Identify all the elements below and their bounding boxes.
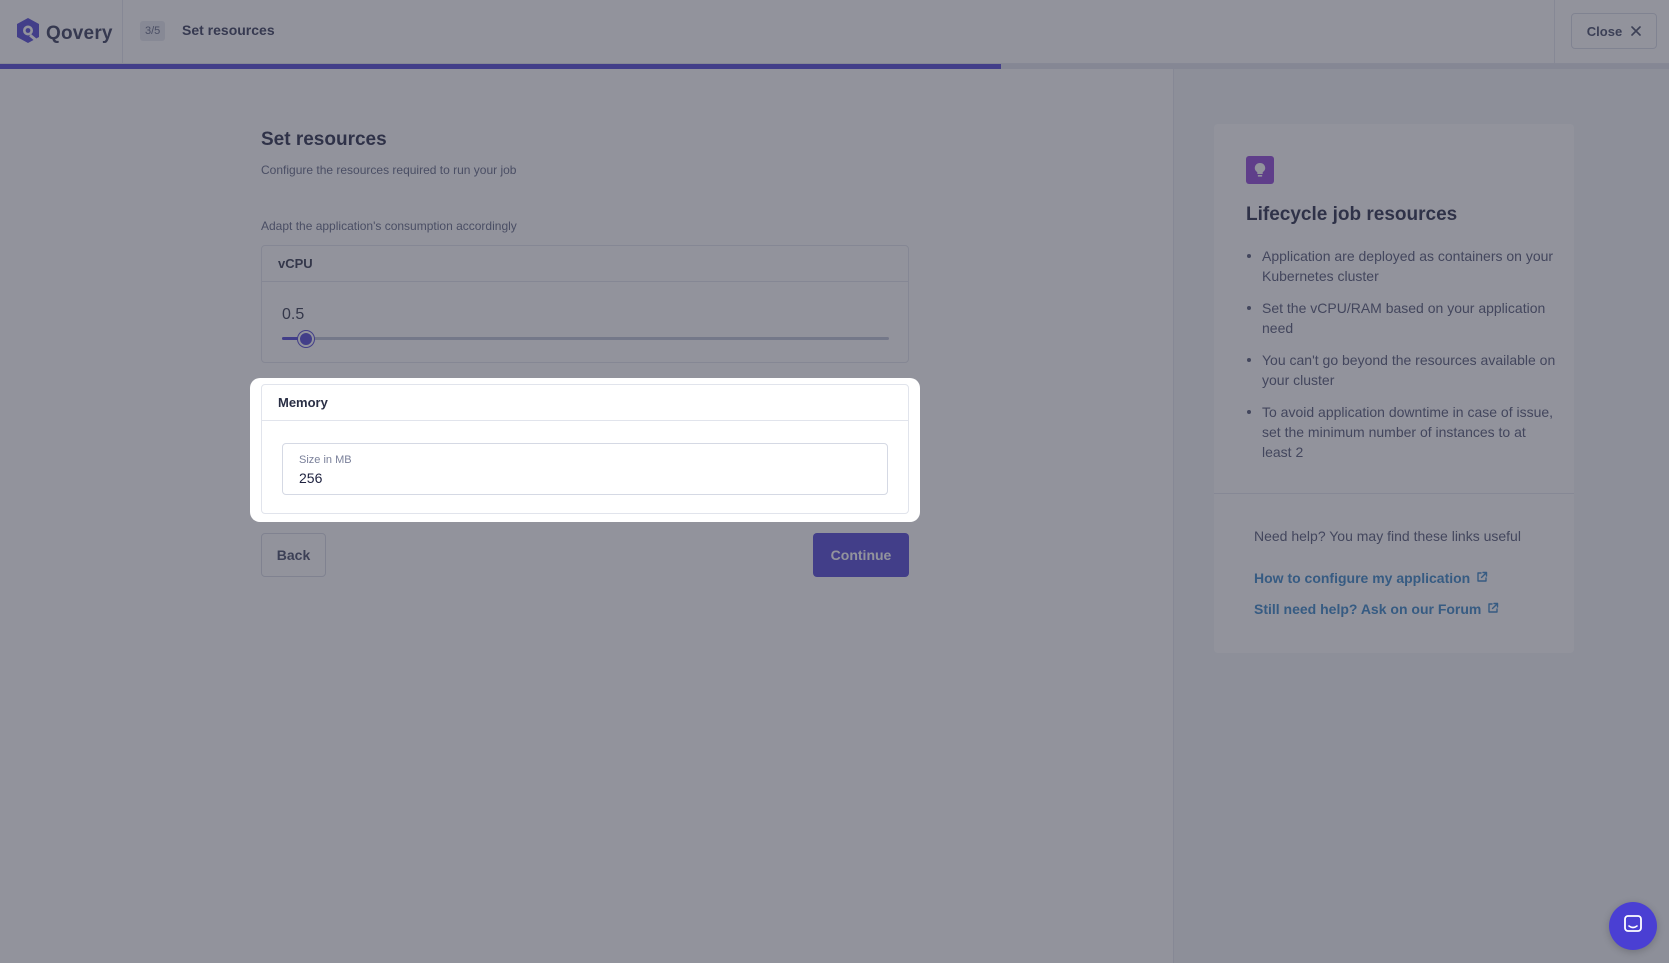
header-title: Set resources	[182, 22, 275, 38]
memory-size-input[interactable]: 256	[299, 470, 322, 486]
header-divider	[1554, 0, 1555, 64]
chat-widget-button[interactable]	[1609, 902, 1657, 950]
help-bullet-list: Application are deployed as containers o…	[1246, 246, 1556, 474]
help-bullet: Application are deployed as containers o…	[1246, 246, 1556, 286]
continue-button[interactable]: Continue	[813, 533, 909, 577]
page-title: Set resources	[261, 129, 387, 150]
back-button[interactable]: Back	[261, 533, 326, 577]
top-bar: Qovery 3/5 Set resources Close	[0, 0, 1669, 64]
help-divider	[1214, 493, 1574, 494]
vcpu-card-title: vCPU	[262, 246, 908, 282]
step-badge: 3/5	[140, 21, 166, 41]
help-title: Lifecycle job resources	[1246, 204, 1458, 225]
qovery-logo-icon	[16, 17, 41, 50]
close-icon	[1631, 24, 1642, 39]
section-description: Adapt the application's consumption acco…	[261, 219, 517, 233]
vcpu-slider-track[interactable]	[282, 337, 889, 340]
help-bullet: To avoid application downtime in case of…	[1246, 402, 1556, 462]
vcpu-slider-thumb[interactable]	[298, 331, 315, 347]
help-sidebar: Lifecycle job resources Application are …	[1173, 69, 1669, 963]
main-content: Set resources Configure the resources re…	[0, 69, 1173, 963]
memory-card-title: Memory	[262, 385, 908, 421]
external-link-icon	[1476, 570, 1488, 586]
help-bullet: You can't go beyond the resources availa…	[1246, 350, 1556, 390]
link-label: Still need help? Ask on our Forum	[1254, 601, 1482, 617]
brand-logo[interactable]: Qovery	[16, 17, 113, 50]
help-need-text: Need help? You may find these links usef…	[1254, 528, 1521, 544]
vcpu-card: vCPU 0.5	[261, 245, 909, 363]
external-link-icon	[1487, 601, 1499, 617]
memory-card: Memory Size in MB 256	[261, 384, 909, 514]
link-ask-forum[interactable]: Still need help? Ask on our Forum	[1254, 601, 1499, 617]
lightbulb-icon	[1246, 156, 1274, 184]
chat-icon	[1622, 913, 1644, 940]
close-button-label: Close	[1586, 23, 1623, 39]
header-divider	[122, 0, 123, 64]
brand-name: Qovery	[46, 22, 113, 44]
page-subtitle: Configure the resources required to run …	[261, 163, 517, 177]
help-card: Lifecycle job resources Application are …	[1214, 124, 1574, 653]
help-bullet: Set the vCPU/RAM based on your applicati…	[1246, 298, 1556, 338]
link-configure-application[interactable]: How to configure my application	[1254, 570, 1488, 586]
memory-size-label: Size in MB	[299, 454, 352, 466]
memory-size-field[interactable]: Size in MB 256	[282, 443, 888, 495]
vcpu-value: 0.5	[282, 306, 305, 323]
link-label: How to configure my application	[1254, 570, 1471, 586]
close-button[interactable]: Close	[1571, 13, 1657, 49]
